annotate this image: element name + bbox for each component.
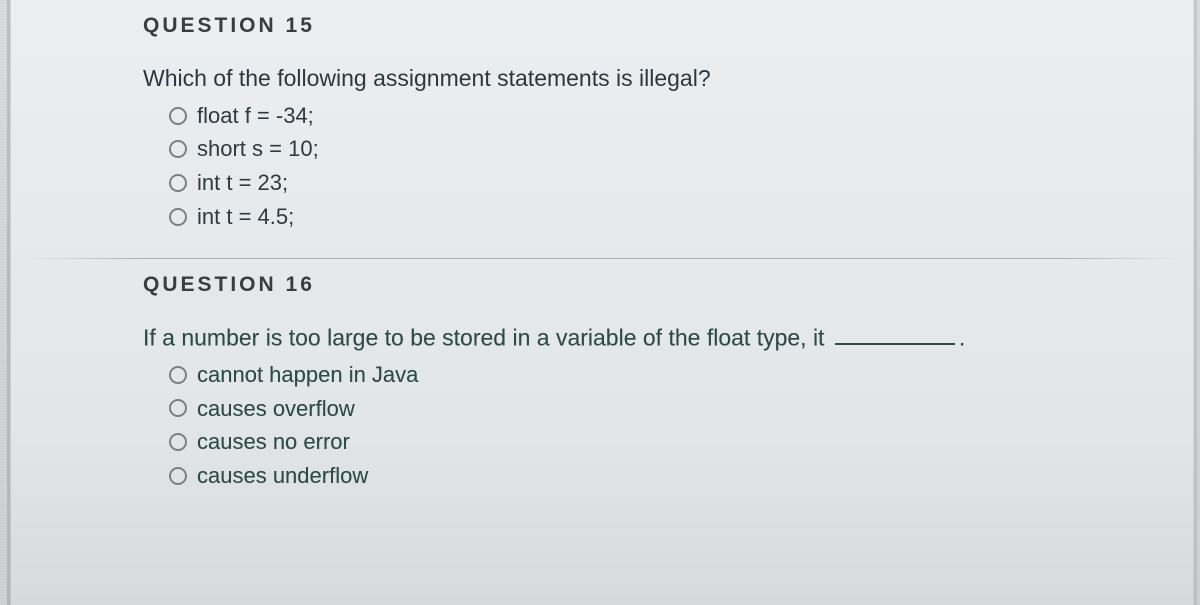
choice-item: cannot happen in Java (169, 358, 1169, 392)
fill-blank (835, 323, 955, 346)
quiz-page: QUESTION 15 Which of the following assig… (10, 0, 1194, 605)
question-15: QUESTION 15 Which of the following assig… (11, 0, 1193, 258)
question-prompt: Which of the following assignment statem… (143, 64, 1169, 93)
choice-list: float f = -34; short s = 10; int t = 23;… (169, 99, 1169, 234)
choice-label: short s = 10; (197, 134, 319, 164)
choice-label: int t = 4.5; (197, 202, 294, 232)
choice-item: int t = 23; (169, 166, 1169, 200)
radio-icon[interactable] (169, 140, 187, 158)
prompt-prefix: If a number is too large to be stored in… (143, 324, 831, 350)
radio-icon[interactable] (169, 399, 187, 417)
radio-icon[interactable] (169, 208, 187, 226)
prompt-suffix: . (959, 324, 965, 350)
radio-icon[interactable] (169, 107, 187, 125)
choice-label: int t = 23; (197, 168, 288, 198)
choice-item: causes underflow (169, 459, 1169, 493)
choice-list: cannot happen in Java causes overflow ca… (169, 358, 1169, 493)
radio-icon[interactable] (169, 433, 187, 451)
choice-label: float f = -34; (197, 101, 314, 131)
choice-item: int t = 4.5; (169, 200, 1169, 234)
question-prompt: If a number is too large to be stored in… (143, 323, 1169, 352)
choice-label: cannot happen in Java (197, 360, 418, 390)
choice-item: short s = 10; (169, 132, 1169, 166)
question-title: QUESTION 16 (143, 273, 1169, 297)
choice-item: causes no error (169, 425, 1169, 459)
choice-item: float f = -34; (169, 99, 1169, 133)
question-title: QUESTION 15 (143, 14, 1169, 38)
radio-icon[interactable] (169, 467, 187, 485)
radio-icon[interactable] (169, 366, 187, 384)
question-16: QUESTION 16 If a number is too large to … (11, 259, 1193, 517)
radio-icon[interactable] (169, 174, 187, 192)
choice-label: causes underflow (197, 461, 368, 491)
choice-item: causes overflow (169, 392, 1169, 426)
choice-label: causes no error (197, 427, 350, 457)
choice-label: causes overflow (197, 394, 355, 424)
